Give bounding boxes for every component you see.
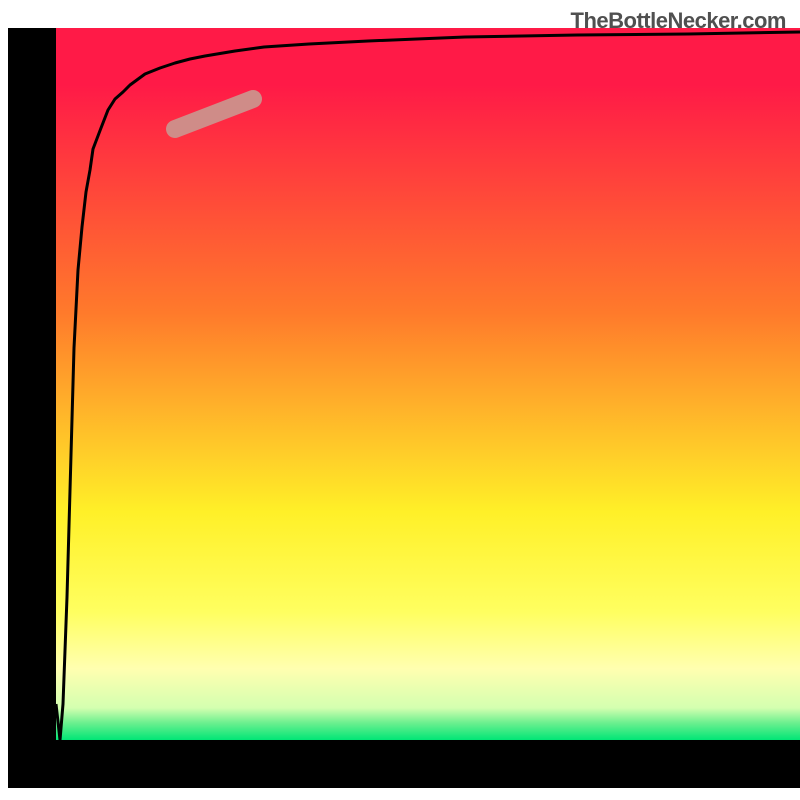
chart-svg: [0, 0, 800, 800]
plot-background: [56, 28, 800, 740]
x-axis: [8, 740, 800, 788]
chart-container: TheBottleNecker.com: [0, 0, 800, 800]
y-axis: [8, 28, 56, 788]
attribution-text: TheBottleNecker.com: [571, 8, 786, 34]
